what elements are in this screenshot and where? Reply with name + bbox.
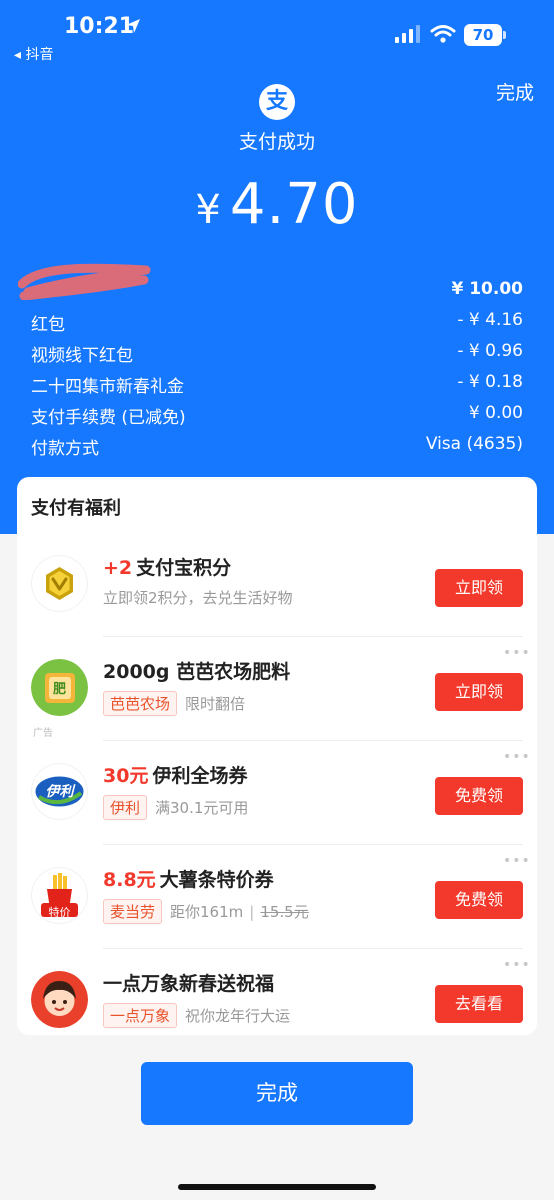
offer-title: +2 支付宝积分 [103, 553, 231, 580]
detail-value: Visa (4635) [425, 434, 523, 454]
separator: | [249, 903, 255, 921]
detail-row-spring-gift: 二十四集市新春礼金 - ¥ 0.18 [31, 372, 523, 403]
detail-value: ¥ 0.00 [468, 403, 523, 423]
offer-title-text: 伊利全场券 [152, 765, 248, 787]
more-options-icon[interactable]: ••• [503, 645, 531, 661]
benefits-title: 支付有福利 [31, 498, 121, 519]
location-arrow-icon [126, 19, 140, 33]
status-bar: 10:21 70 [0, 0, 554, 46]
detail-row-payment-method: 付款方式 Visa (4635) [31, 434, 523, 465]
view-blessing-button[interactable]: 去看看 [435, 985, 523, 1023]
offer-brand-tag: 伊利 [103, 795, 148, 820]
offer-subtitle: 伊利 满30.1元可用 [103, 795, 248, 820]
fries-icon: 特价 [31, 867, 88, 924]
detail-label: 付款方式 [31, 439, 99, 459]
claim-fertilizer-button[interactable]: 立即领 [435, 673, 523, 711]
offer-highlight: +2 [103, 557, 133, 579]
more-options-icon[interactable]: ••• [503, 957, 531, 973]
offer-item-fries-coupon[interactable]: ••• 特价 8.8元 大薯条特价券 麦当劳 距你161m | 15.5元 免费领 [17, 845, 537, 949]
detail-label: 支付手续费 (已减免) [31, 408, 186, 428]
offer-title-text: 大薯条特价券 [159, 869, 274, 891]
battery-indicator: 70 [464, 24, 502, 46]
payment-header: 10:21 70 ◂ 抖音 完成 支 支付成功 ¥4.70 ¥ 10.00 红包 [0, 0, 554, 534]
payment-amount: ¥4.70 [0, 172, 554, 237]
yili-logo-text: 伊利 [45, 784, 74, 800]
offer-subtitle: 芭芭农场 限时翻倍 [103, 691, 245, 716]
offer-distance: 距你161m [170, 903, 244, 921]
offer-brand-tag: 芭芭农场 [103, 691, 178, 716]
payment-status: 支付成功 [238, 131, 315, 153]
offer-title: 2000g 芭芭农场肥料 [103, 661, 291, 683]
more-options-icon[interactable]: ••• [503, 749, 531, 765]
detail-value: - ¥ 0.96 [457, 341, 523, 361]
ad-label: 广告 [33, 728, 53, 739]
offer-item-farm-fertilizer[interactable]: ••• 肥 广告 2000g 芭芭农场肥料 芭芭农场 限时翻倍 立即领 [17, 637, 537, 741]
offer-title-text: 支付宝积分 [136, 557, 232, 579]
claim-points-button[interactable]: 立即领 [435, 569, 523, 607]
yili-logo-icon: 伊利 [31, 763, 88, 820]
offer-item-points[interactable]: +2 支付宝积分 立即领2积分，去兑生活好物 立即领 [17, 533, 537, 637]
more-options-icon[interactable]: ••• [503, 853, 531, 869]
detail-label: 二十四集市新春礼金 [31, 377, 184, 397]
offer-subtitle-text: 祝你龙年行大运 [185, 1007, 291, 1025]
offer-subtitle: 立即领2积分，去兑生活好物 [103, 589, 293, 607]
header-done-link[interactable]: 完成 [496, 78, 534, 105]
claim-yili-coupon-button[interactable]: 免费领 [435, 777, 523, 815]
offer-subtitle-text: 满30.1元可用 [155, 799, 249, 817]
detail-row-fee: 支付手续费 (已减免) ¥ 0.00 [31, 403, 523, 434]
offer-brand-tag: 麦当劳 [103, 899, 163, 924]
points-coin-icon [31, 555, 88, 612]
done-button[interactable]: 完成 [141, 1062, 413, 1125]
detail-row-order-total: ¥ 10.00 [31, 279, 523, 310]
detail-row-red-packet: 红包 - ¥ 4.16 [31, 310, 523, 341]
offer-highlight: 30元 [103, 765, 149, 787]
detail-value: ¥ 10.00 [451, 279, 523, 299]
back-to-app-link[interactable]: ◂ 抖音 [14, 44, 53, 64]
offer-subtitle: 麦当劳 距你161m | 15.5元 [103, 899, 309, 924]
amount-value: 4.70 [229, 172, 359, 237]
offer-subtitle-text: 限时翻倍 [185, 695, 246, 713]
detail-row-video-red-packet: 视频线下红包 - ¥ 0.96 [31, 341, 523, 372]
offer-brand-tag: 一点万象 [103, 1003, 178, 1028]
payment-details: ¥ 10.00 红包 - ¥ 4.16 视频线下红包 - ¥ 0.96 二十四集… [31, 279, 523, 465]
battery-nub [503, 31, 506, 39]
offer-title: 8.8元 大薯条特价券 [103, 865, 274, 892]
fries-logo-text: 特价 [48, 906, 71, 919]
offer-subtitle: 一点万象 祝你龙年行大运 [103, 1003, 290, 1028]
farm-fertilizer-icon: 肥 [31, 659, 88, 716]
currency-symbol: ¥ [195, 187, 222, 233]
cellular-signal-icon [395, 25, 420, 43]
wifi-icon [430, 25, 456, 43]
blessing-character-icon [31, 971, 88, 1028]
detail-value: - ¥ 0.18 [457, 372, 523, 392]
claim-fries-coupon-button[interactable]: 免费领 [435, 881, 523, 919]
farm-logo-text: 肥 [52, 682, 66, 697]
benefits-card: 支付有福利 +2 支付宝积分 立即领2积分，去兑生活好物 立即领 ••• 肥 广告 [17, 477, 537, 1035]
original-price: 15.5元 [260, 903, 309, 921]
detail-label: 红包 [31, 315, 65, 335]
home-indicator[interactable] [178, 1184, 376, 1190]
detail-value: - ¥ 4.16 [457, 310, 523, 330]
offer-title: 一点万象新春送祝福 [103, 973, 275, 995]
alipay-logo-icon: 支 [259, 84, 295, 120]
offer-item-yili-coupon[interactable]: ••• 伊利 30元 伊利全场券 伊利 满30.1元可用 免费领 [17, 741, 537, 845]
detail-label: 视频线下红包 [31, 346, 133, 366]
offer-title: 30元 伊利全场券 [103, 761, 247, 788]
offer-highlight: 8.8元 [103, 869, 156, 891]
offer-item-spring-blessing[interactable]: ••• 一点万象新春送祝福 一点万象 祝你龙年行大运 去看看 [17, 949, 537, 1053]
